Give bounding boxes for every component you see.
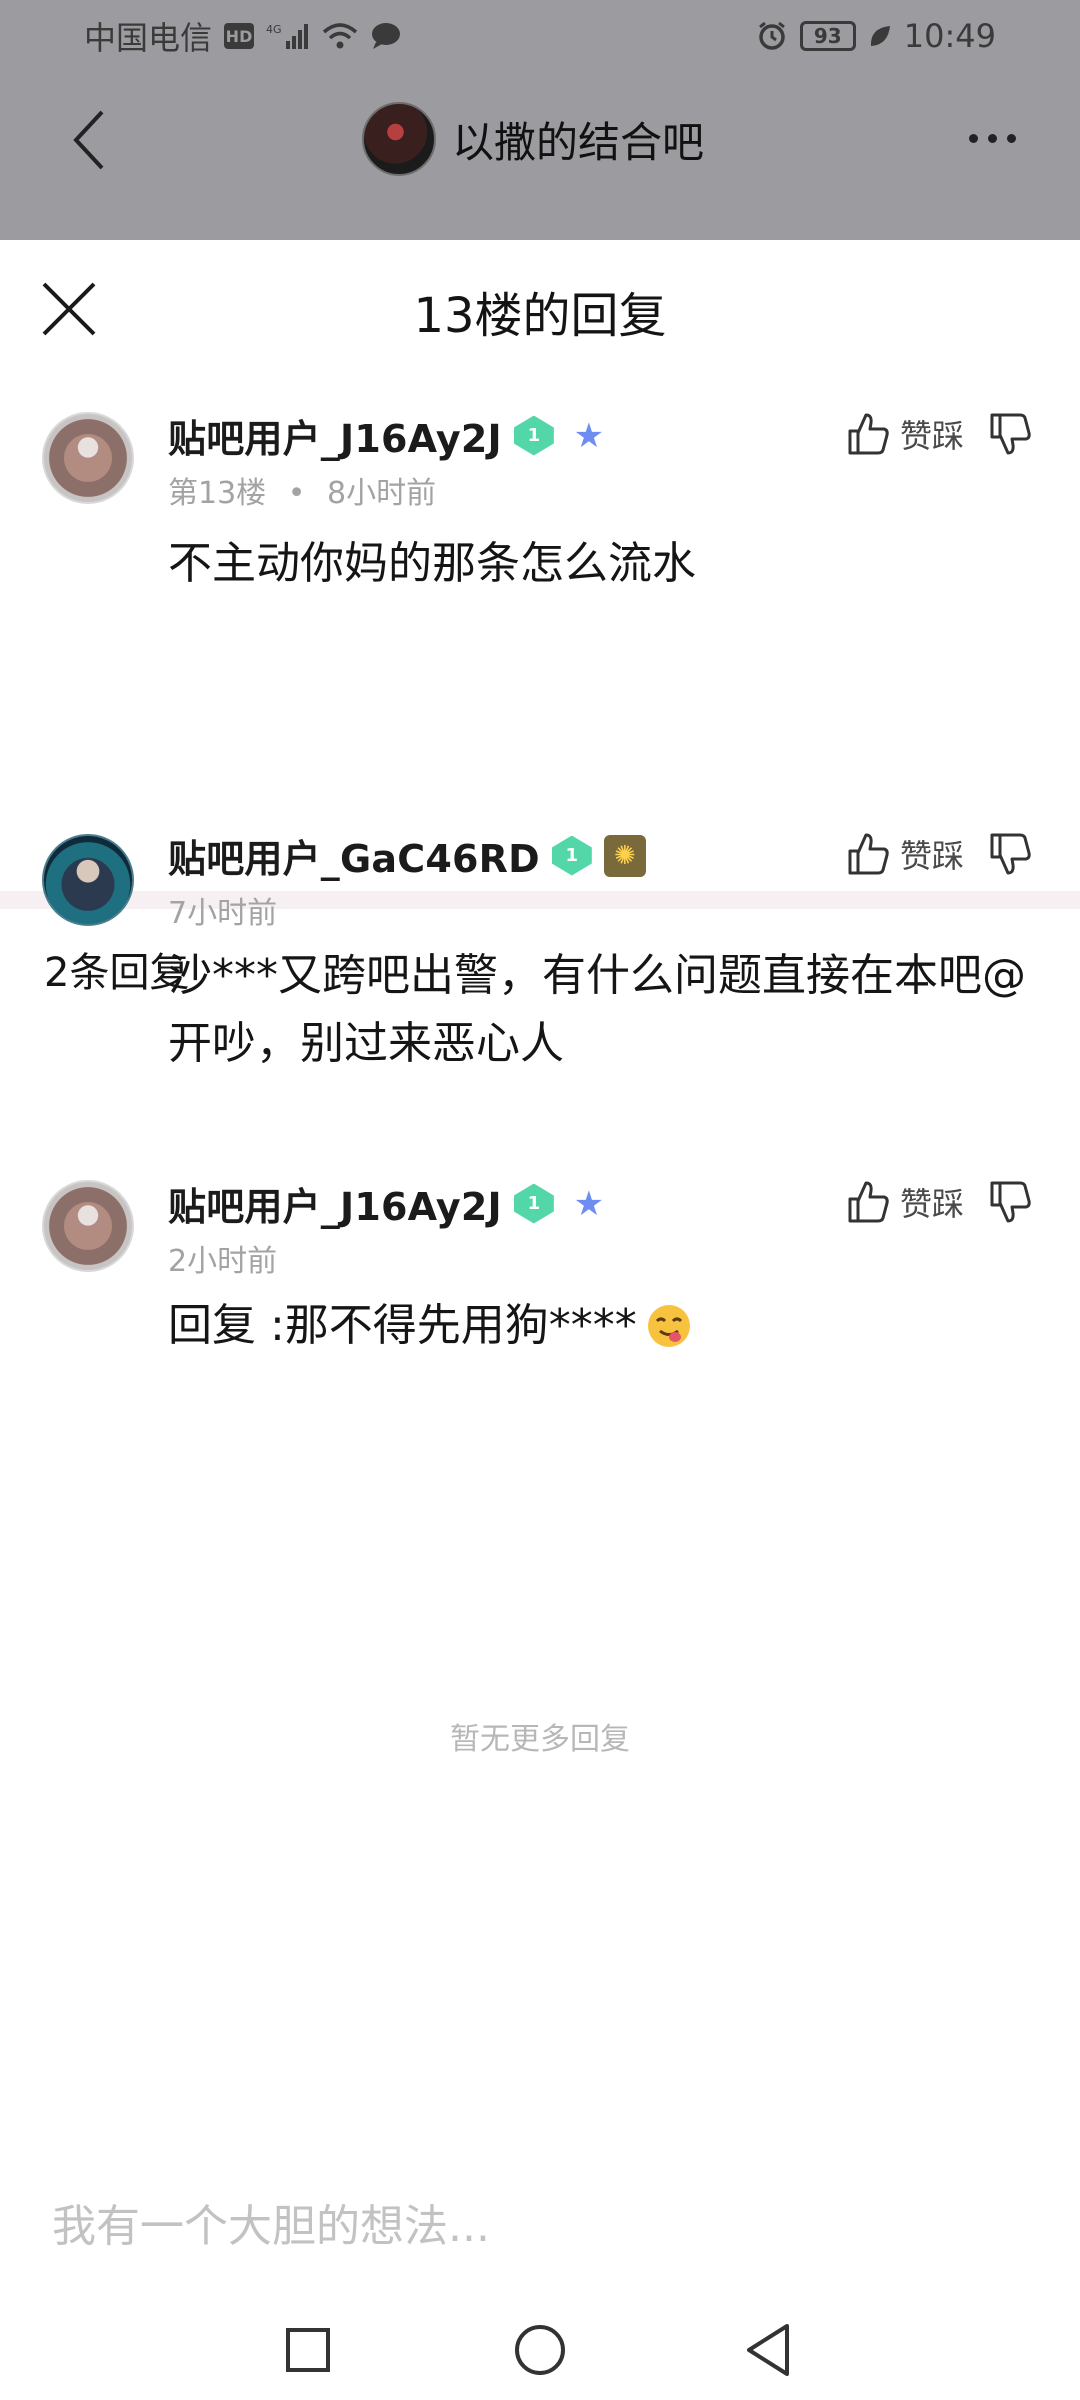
status-right: 93 10:49 <box>756 17 996 55</box>
hd-icon: HD <box>224 23 255 49</box>
signal-icon: 4G <box>266 21 310 51</box>
forum-title-group[interactable]: 以撒的结合吧 <box>362 102 704 176</box>
status-left: 中国电信 HD 4G <box>84 13 402 59</box>
circle-icon <box>515 2325 565 2375</box>
clock-time: 10:49 <box>903 17 996 55</box>
thumbs-up-icon[interactable] <box>844 1178 892 1226</box>
square-icon <box>286 2328 330 2372</box>
triangle-back-icon <box>747 2324 789 2376</box>
level-badge-icon: 1 <box>513 1183 554 1224</box>
reply-time: 2小时前 <box>168 1244 278 1279</box>
tongue-emoji-icon <box>645 1302 693 1350</box>
system-nav-bar <box>0 2300 1080 2400</box>
home-button[interactable] <box>510 2320 570 2380</box>
back-nav-button[interactable] <box>738 2320 798 2380</box>
forum-avatar <box>362 102 436 176</box>
more-dot-icon <box>987 133 997 143</box>
message-icon <box>370 22 402 50</box>
star-badge-icon: ★ <box>573 1183 605 1224</box>
network-type-label: 4G <box>266 23 282 36</box>
vote-actions: 赞踩 <box>844 1178 1034 1226</box>
vote-label: 赞踩 <box>899 1185 964 1223</box>
username[interactable]: 贴吧用户_J16Ay2J <box>168 1176 502 1231</box>
reply-sheet: 13楼的回复 贴吧用户_J16Ay2J 1 ★ 第13楼 • 8小时前 不主动你… <box>0 240 1080 2400</box>
carrier-label: 中国电信 <box>84 19 213 57</box>
reply-input[interactable]: 我有一个大胆的想法... <box>52 2190 490 2254</box>
no-more-replies-text: 暂无更多回复 <box>450 1722 630 1757</box>
status-bar: 中国电信 HD 4G 93 10:49 <box>0 0 1080 72</box>
forum-top-bar: 以撒的结合吧 <box>0 96 1080 184</box>
forum-title: 以撒的结合吧 <box>452 117 705 167</box>
recent-apps-button[interactable] <box>278 2320 338 2380</box>
wifi-icon <box>322 22 358 50</box>
more-dot-icon <box>968 133 978 143</box>
thumbs-down-icon[interactable] <box>986 1178 1034 1226</box>
battery-indicator: 93 <box>799 21 856 51</box>
back-button[interactable] <box>60 110 120 170</box>
chevron-left-icon <box>73 110 104 170</box>
more-dot-icon <box>1006 133 1016 143</box>
avatar[interactable] <box>42 1180 134 1272</box>
background-page-overlay: 中国电信 HD 4G 93 10:49 以撒的结合吧 <box>0 0 1080 240</box>
reply-text: 回复 :那不得先用狗**** <box>168 1300 637 1351</box>
reply-content: 回复 :那不得先用狗**** <box>168 1292 1048 1360</box>
alarm-icon <box>756 20 788 52</box>
leaf-icon <box>868 23 892 49</box>
reply-item: 贴吧用户_J16Ay2J 1 ★ 2小时前 回复 :那不得先用狗**** 赞踩 <box>0 240 1080 1440</box>
more-options-button[interactable] <box>960 118 1024 158</box>
user-line: 贴吧用户_J16Ay2J 1 ★ <box>168 1176 612 1231</box>
